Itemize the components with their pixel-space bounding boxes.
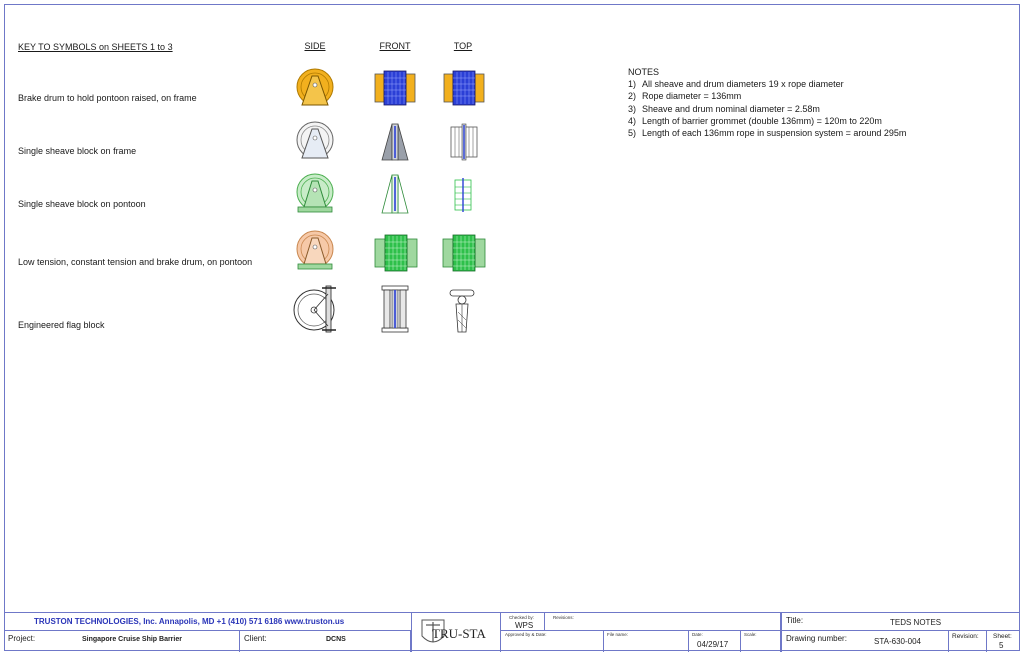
sheave-pontoon-front-symbol	[381, 174, 409, 214]
sheave-pontoon-side-symbol	[296, 173, 334, 213]
view-heading-side: SIDE	[304, 41, 326, 51]
date-label: Date:	[692, 632, 703, 637]
client-cell: Client: DCNS	[240, 630, 411, 652]
sheave-frame-top-symbol	[450, 123, 478, 161]
title-label: Title:	[786, 616, 804, 625]
note-item: 5) Length of each 136mm rope in suspensio…	[628, 128, 907, 139]
flag-block-top-symbol	[449, 289, 475, 333]
approved-cell: Approved by & Date:	[501, 630, 604, 652]
revisions-label: Revisions:	[553, 615, 574, 620]
title-cell: Title: TEDS NOTES	[781, 613, 1020, 630]
note-item: 2) Rope diameter = 136mm	[628, 91, 742, 102]
client-label: Client:	[244, 634, 267, 643]
tru-sta-logo: TRU-STA	[421, 619, 486, 643]
sheave-frame-front-symbol	[381, 123, 409, 161]
key-row-label: Single sheave block on frame	[18, 146, 137, 156]
sheet-label: Sheet:	[993, 633, 1012, 640]
scale-label: Scale:	[744, 632, 757, 637]
key-title: KEY TO SYMBOLS on SHEETS 1 to 3	[18, 42, 173, 52]
approved-label: Approved by & Date:	[505, 632, 547, 637]
ltct-drum-front-symbol	[374, 234, 418, 272]
drawing-number-value: STA-630-004	[874, 637, 921, 646]
title-value: TEDS NOTES	[890, 618, 942, 627]
date-value: 04/29/17	[697, 640, 729, 649]
revision-label: Revision:	[952, 633, 979, 640]
checked-by-cell: Checked by: WPS	[501, 613, 545, 630]
note-item: 4) Length of barrier grommet (double 136m…	[628, 115, 882, 126]
file-name-label: File name:	[607, 632, 629, 637]
company-info: TRUSTON TECHNOLOGIES, Inc. Annapolis, MD…	[34, 617, 345, 626]
project-cell: Project: Singapore Cruise Ship Barrier	[4, 630, 240, 652]
project-label: Project:	[8, 634, 36, 643]
client-value: DCNS	[326, 636, 346, 643]
brake-drum-front-symbol	[374, 70, 416, 106]
brake-drum-side-symbol	[296, 68, 334, 106]
notes-block: NOTES 1) All sheave and drum diameters 19…	[628, 66, 906, 139]
logo-text: TRU-STA	[432, 626, 486, 641]
sheet-cell: Sheet: 5	[987, 630, 1020, 652]
key-row-label: Brake drum to hold pontoon raised, on fr…	[18, 93, 197, 103]
drawing-number-cell: Drawing number: STA-630-004	[781, 630, 949, 652]
sheave-pontoon-top-symbol	[454, 178, 472, 212]
file-name-cell: File name:	[604, 630, 689, 652]
ltct-drum-top-symbol	[442, 234, 486, 272]
title-block: TRUSTON TECHNOLOGIES, Inc. Annapolis, MD…	[4, 612, 1020, 652]
flag-block-side-symbol	[293, 285, 336, 333]
scale-cell: Scale:	[741, 630, 781, 652]
drawing-number-label: Drawing number:	[786, 634, 847, 643]
date-cell: Date: 04/29/17	[689, 630, 741, 652]
key-row-label: Engineered flag block	[18, 320, 105, 330]
sheet-value: 5	[999, 641, 1004, 650]
checked-by-value: WPS	[515, 621, 534, 630]
checked-by-label: Checked by:	[509, 615, 535, 620]
brake-drum-top-symbol	[443, 70, 485, 106]
note-item: 1) All sheave and drum diameters 19 x rop…	[628, 79, 844, 90]
key-row-label: Single sheave block on pontoon	[18, 199, 146, 209]
view-heading-front: FRONT	[379, 41, 411, 51]
revisions-cell: Revisions:	[545, 613, 781, 630]
note-item: 3) Sheave and drum nominal diameter = 2.5…	[628, 103, 820, 114]
key-row-label: Low tension, constant tension and brake …	[18, 257, 253, 267]
view-heading-top: TOP	[453, 41, 473, 51]
notes-title: NOTES	[628, 67, 660, 77]
logo-cell: TRU-STA	[411, 613, 501, 652]
ltct-drum-side-symbol	[296, 230, 334, 270]
project-value: Singapore Cruise Ship Barrier	[82, 636, 182, 643]
revision-cell: Revision:	[949, 630, 987, 652]
flag-block-front-symbol	[381, 285, 409, 333]
sheave-frame-side-symbol	[296, 121, 334, 159]
